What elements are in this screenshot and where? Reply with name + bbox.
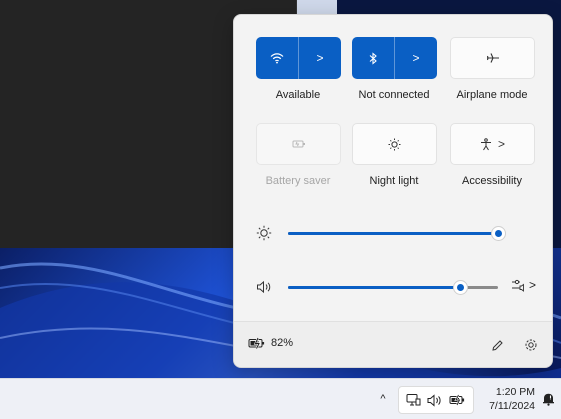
- volume-icon[interactable]: [254, 277, 274, 297]
- audio-output-button[interactable]: >: [511, 278, 536, 292]
- wifi-expand-button[interactable]: >: [299, 37, 341, 79]
- volume-slider-fill: [288, 286, 461, 289]
- chevron-right-icon: >: [316, 51, 324, 65]
- chevron-up-icon: ^: [380, 393, 386, 405]
- accessibility-tile[interactable]: >: [450, 123, 535, 165]
- accessibility-label: Accessibility: [462, 175, 522, 187]
- edit-quick-settings-button[interactable]: [486, 334, 508, 356]
- pencil-icon: [491, 339, 504, 352]
- brightness-slider-fill: [288, 232, 498, 235]
- battery-percent: 82%: [271, 337, 294, 349]
- wifi-label: Available: [275, 89, 321, 101]
- wifi-toggle[interactable]: [256, 37, 298, 79]
- chevron-right-icon: >: [497, 137, 505, 151]
- wifi-icon: [270, 52, 284, 64]
- bluetooth-tile[interactable]: >: [352, 37, 437, 79]
- battery-saver-icon: [292, 139, 306, 149]
- show-hidden-icons-button[interactable]: ^: [375, 391, 391, 407]
- bluetooth-label: Not connected: [358, 89, 430, 101]
- audio-output-icon: [511, 278, 527, 292]
- battery-saver-label: Battery saver: [265, 175, 331, 187]
- taskbar: ^ 1:20 PM 7/11/2024: [0, 378, 561, 419]
- speaker-icon: [427, 393, 442, 407]
- bluetooth-icon: [368, 51, 378, 65]
- clock-time: 1:20 PM: [495, 386, 535, 398]
- chevron-right-icon: >: [412, 51, 420, 65]
- bluetooth-expand-button[interactable]: >: [395, 37, 437, 79]
- night-light-icon: [388, 138, 401, 151]
- bluetooth-toggle[interactable]: [352, 37, 394, 79]
- clock-date: 7/11/2024: [489, 400, 535, 412]
- notification-center-button[interactable]: [540, 391, 556, 407]
- brightness-icon: [254, 223, 274, 243]
- wifi-tile[interactable]: >: [256, 37, 341, 79]
- quick-settings-footer: 82%: [234, 321, 552, 367]
- airplane-icon: [486, 52, 500, 64]
- chevron-right-icon: >: [529, 278, 537, 292]
- settings-button[interactable]: [520, 334, 542, 356]
- volume-slider-row: >: [254, 277, 539, 297]
- battery-icon: [449, 394, 466, 406]
- battery-saver-tile[interactable]: [256, 123, 341, 165]
- battery-status[interactable]: 82%: [248, 337, 293, 349]
- brightness-slider-row: [254, 223, 539, 243]
- battery-charging-icon: [248, 337, 266, 349]
- notification-bell-icon: [542, 392, 555, 406]
- system-tray-quick-settings-button[interactable]: [398, 386, 474, 414]
- airplane-mode-label: Airplane mode: [456, 89, 528, 101]
- volume-slider[interactable]: [288, 280, 498, 295]
- quick-settings-panel: > Available > Not connected Airplane mod…: [233, 14, 553, 368]
- volume-slider-thumb[interactable]: [453, 280, 469, 295]
- clock[interactable]: 1:20 PM 7/11/2024: [475, 385, 535, 413]
- gear-icon: [524, 338, 538, 352]
- brightness-slider-thumb[interactable]: [491, 226, 506, 241]
- night-light-tile[interactable]: [352, 123, 437, 165]
- brightness-slider[interactable]: [288, 226, 506, 241]
- network-icon: [406, 393, 421, 407]
- accessibility-icon: [480, 137, 492, 151]
- airplane-mode-tile[interactable]: [450, 37, 535, 79]
- night-light-label: Night light: [369, 175, 419, 187]
